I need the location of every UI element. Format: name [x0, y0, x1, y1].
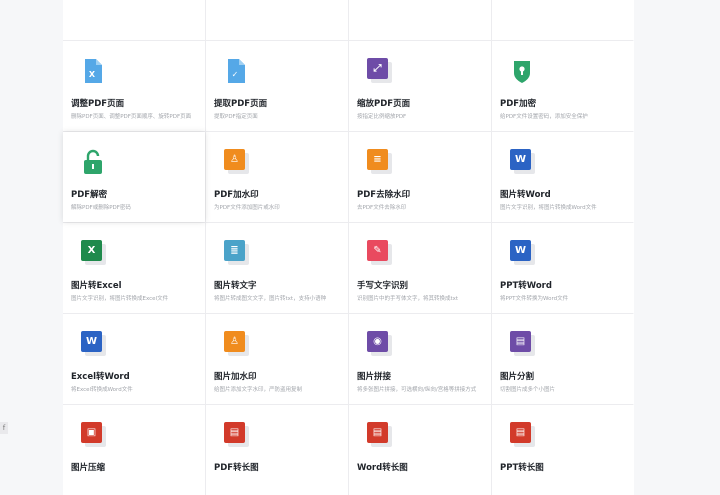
tool-title: 图片加水印 — [214, 372, 257, 382]
tool-card-handwriting-ocr[interactable]: ✎ 手写文字识别识别图片中的手写体文字，将其转换成txt — [349, 223, 491, 313]
tool-description: 识别图片中的手写体文字，将其转换成txt — [357, 296, 459, 302]
svg-text:✓: ✓ — [232, 70, 239, 79]
tool-title: 图片压缩 — [71, 463, 106, 473]
eraser-icon: ≡ — [367, 149, 392, 174]
tool-title: PPT转Word — [500, 281, 552, 291]
tool-card-extract-pdf-pages[interactable]: ✓ 提取PDF页面提取PDF指定页面 — [206, 41, 348, 131]
resize-icon: ⤢ — [367, 58, 392, 83]
tool-title: PDF加密 — [500, 99, 537, 109]
tool-title: 图片转Word — [500, 190, 551, 200]
tool-title: Word转长图 — [357, 463, 408, 473]
tool-card-word-to-long-image[interactable]: ▤ Word转长图 — [349, 405, 491, 495]
tool-card-excel-to-word[interactable]: W Excel转Word 将Excel转换成Word文件 — [63, 314, 205, 404]
tool-card-image-to-excel[interactable]: X 图片转Excel 图片文字识别，将图片转换成Excel文件 — [63, 223, 205, 313]
file-check-icon: ✓ — [224, 58, 248, 83]
tool-title: PDF加水印 — [214, 190, 259, 200]
grid-icon: ▤ — [510, 331, 535, 356]
eye-icon: ◉ — [367, 331, 392, 356]
tool-card-image-stitch[interactable]: ◉ 图片拼接将多张图片拼接，可选横向/纵向/宫格等拼接方式 — [349, 314, 491, 404]
tool-card-image-to-text[interactable]: ≣ 图片转文字将图片转成图文文字，图片转txt，支持小语种 — [206, 223, 348, 313]
side-toggle-button[interactable]: f — [0, 422, 8, 434]
long-image-icon: ▤ — [224, 422, 249, 447]
tool-description: 提取PDF指定页面 — [214, 114, 258, 120]
tool-title: 缩放PDF页面 — [357, 99, 411, 109]
tool-card-top-3[interactable] — [349, 0, 491, 40]
tool-card-adjust-pdf-pages[interactable]: X 调整PDF页面删除PDF页面、调整PDF页面顺序、旋转PDF页面 — [63, 41, 205, 131]
word-icon: W — [510, 240, 535, 265]
lock-icon — [510, 58, 534, 83]
tool-title: 调整PDF页面 — [71, 99, 125, 109]
excel-icon: X — [81, 240, 106, 265]
compress-icon: ▣ — [81, 422, 106, 447]
tool-card-image-add-watermark[interactable]: ♙ 图片加水印给图片添加文字水印，严防盗用复制 — [206, 314, 348, 404]
tool-title: 手写文字识别 — [357, 281, 409, 291]
tool-grid: 让PDF页面内文件 X 调整PDF页面删除PDF页面、调整PDF页面顺序、旋转PDF… — [63, 0, 634, 495]
tool-description: 去PDF文件去除水印 — [357, 205, 407, 211]
tool-card-resize-pdf-pages[interactable]: ⤢ 缩放PDF页面按指定比例缩放PDF — [349, 41, 491, 131]
stamp-icon: ♙ — [224, 331, 249, 356]
tool-description: 给图片添加文字水印，严防盗用复制 — [214, 387, 303, 393]
tool-title: 图片分割 — [500, 372, 535, 382]
text-doc-icon: ≣ — [224, 240, 249, 265]
long-image-icon: ▤ — [367, 422, 392, 447]
tool-card-image-to-word[interactable]: W 图片转Word 图片文字识别，将图片转换成Word文件 — [492, 132, 634, 222]
tool-card-top-1[interactable] — [63, 0, 205, 40]
tool-description: 按指定比例缩放PDF — [357, 114, 407, 120]
tool-description: 将图片转成图文文字，图片转txt，支持小语种 — [214, 296, 327, 302]
tool-title: PDF解密 — [71, 190, 108, 200]
tool-title: PPT转长图 — [500, 463, 544, 473]
long-image-icon: ▤ — [510, 422, 535, 447]
tool-title: Excel转Word — [71, 372, 130, 382]
tool-card-top-2[interactable] — [206, 0, 348, 40]
word-icon: W — [81, 331, 106, 356]
pen-icon: ✎ — [367, 240, 392, 265]
tool-title: PDF转长图 — [214, 463, 259, 473]
tool-description: 将PPT文件转换为Word文件 — [500, 296, 569, 302]
tool-card-top-4[interactable]: 让PDF页面内文件 — [492, 0, 634, 40]
tool-card-pdf-remove-watermark[interactable]: ≡ PDF去除水印去PDF文件去除水印 — [349, 132, 491, 222]
tool-title: 提取PDF页面 — [214, 99, 268, 109]
tool-title: PDF去除水印 — [357, 190, 411, 200]
tool-description: 为PDF文件添加图片或水印 — [214, 205, 280, 211]
svg-text:X: X — [89, 70, 96, 79]
tool-card-pdf-encrypt[interactable]: PDF加密给PDF文件设置密码，添加安全保护 — [492, 41, 634, 131]
tool-card-pdf-decrypt[interactable]: PDF解密解除PDF或删除PDF密码 — [63, 132, 205, 222]
tool-card-ppt-to-word[interactable]: W PPT转Word 将PPT文件转换为Word文件 — [492, 223, 634, 313]
tool-card-image-compress[interactable]: ▣ 图片压缩 — [63, 405, 205, 495]
tool-card-image-split[interactable]: ▤ 图片分割切割图片成多个小图片 — [492, 314, 634, 404]
tool-description: 切割图片成多个小图片 — [500, 387, 556, 393]
tool-description: 将Excel转换成Word文件 — [71, 387, 133, 393]
tool-card-ppt-to-long-image[interactable]: ▤ PPT转长图 — [492, 405, 634, 495]
tool-description: 将多张图片拼接，可选横向/纵向/宫格等拼接方式 — [357, 387, 477, 393]
file-x-icon: X — [81, 58, 105, 83]
tool-card-pdf-add-watermark[interactable]: ♙ PDF加水印为PDF文件添加图片或水印 — [206, 132, 348, 222]
tool-description: 删除PDF页面、调整PDF页面顺序、旋转PDF页面 — [71, 114, 192, 120]
tool-card-pdf-to-long-image[interactable]: ▤ PDF转长图 — [206, 405, 348, 495]
tool-description: 图片文字识别，将图片转换成Word文件 — [500, 205, 597, 211]
unlock-icon — [81, 149, 105, 174]
tool-title: 图片转Excel — [71, 281, 122, 291]
word-icon: W — [510, 149, 535, 174]
tool-description: 图片文字识别，将图片转换成Excel文件 — [71, 296, 169, 302]
tool-title: 图片转文字 — [214, 281, 257, 291]
tool-title: 图片拼接 — [357, 372, 392, 382]
tool-description: 解除PDF或删除PDF密码 — [71, 205, 131, 211]
stamp-icon: ♙ — [224, 149, 249, 174]
tool-description: 给PDF文件设置密码，添加安全保护 — [500, 114, 588, 120]
